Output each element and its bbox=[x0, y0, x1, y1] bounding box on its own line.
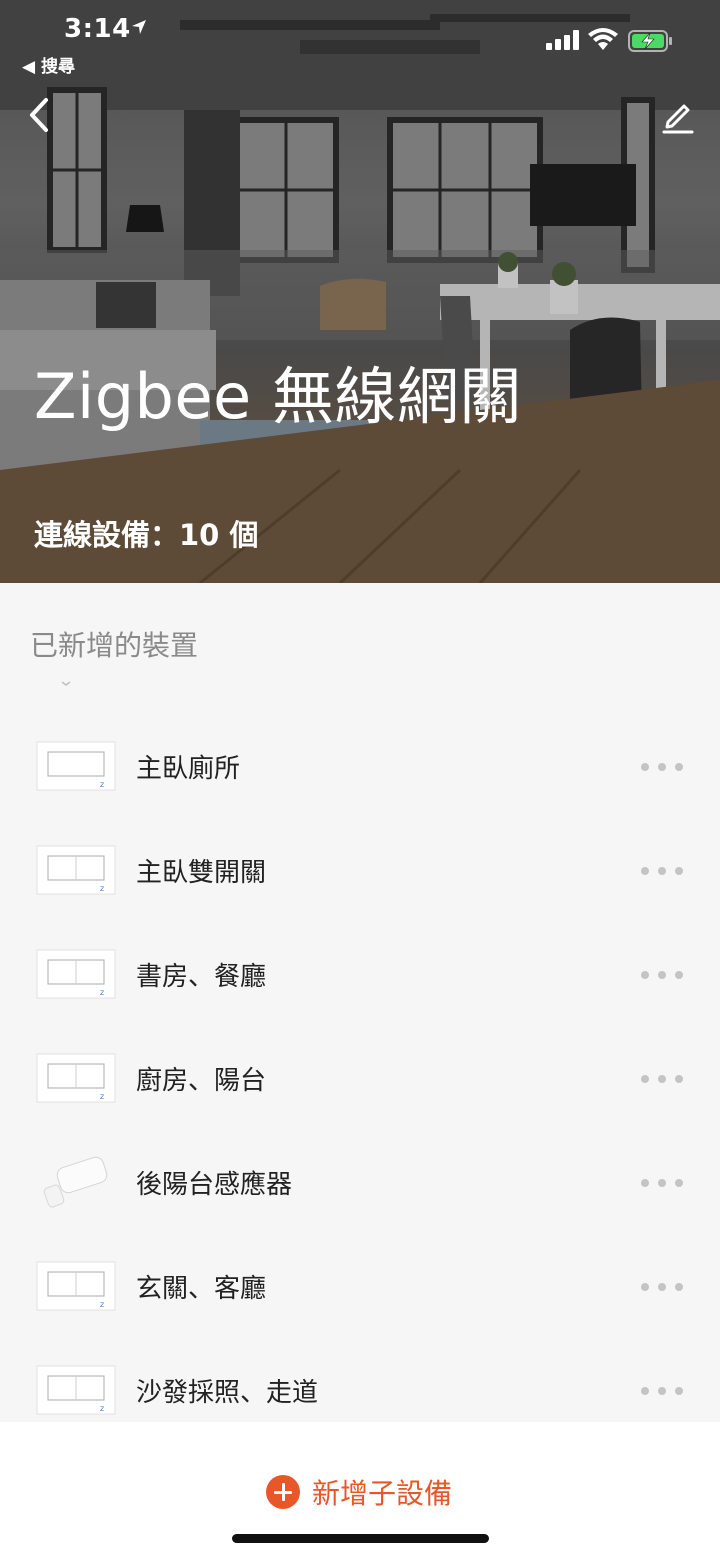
page-title: Zigbee 無線網關 bbox=[34, 360, 522, 433]
more-options-icon[interactable] bbox=[640, 970, 684, 980]
status-time: 3:14 bbox=[64, 14, 131, 44]
switch-panel-icon: Z bbox=[36, 1261, 116, 1311]
svg-text:Z: Z bbox=[100, 886, 104, 893]
device-name: 主臥廁所 bbox=[136, 754, 241, 784]
more-options-icon[interactable] bbox=[640, 1074, 684, 1084]
device-row[interactable]: Z 主臥廁所 bbox=[0, 714, 720, 818]
device-name: 後陽台感應器 bbox=[136, 1170, 293, 1200]
svg-text:Z: Z bbox=[100, 990, 104, 997]
more-options-icon[interactable] bbox=[640, 1178, 684, 1188]
wifi-icon bbox=[588, 28, 618, 50]
edit-pencil-icon[interactable] bbox=[656, 96, 696, 136]
device-row[interactable]: Z 書房、餐廳 bbox=[0, 922, 720, 1026]
svg-text:Z: Z bbox=[100, 1302, 104, 1309]
device-name: 主臥雙開關 bbox=[136, 858, 267, 888]
room-background-image bbox=[0, 0, 720, 583]
back-chevron-icon[interactable] bbox=[20, 92, 60, 138]
svg-text:Z: Z bbox=[100, 1406, 104, 1413]
device-name: 書房、餐廳 bbox=[136, 962, 267, 992]
device-row[interactable]: Z 主臥雙開關 bbox=[0, 818, 720, 922]
battery-charging-icon bbox=[628, 30, 672, 52]
section-title: 已新增的裝置 bbox=[30, 629, 199, 662]
switch-panel-icon: Z bbox=[36, 1053, 116, 1103]
svg-text:Z: Z bbox=[100, 782, 104, 789]
plus-circle-icon bbox=[266, 1475, 300, 1509]
device-row[interactable]: 後陽台感應器 bbox=[0, 1130, 720, 1234]
back-to-app-link[interactable]: ◀ 搜尋 bbox=[22, 52, 75, 77]
device-name: 玄關、客廳 bbox=[136, 1274, 267, 1304]
svg-text:Z: Z bbox=[100, 1094, 104, 1101]
more-options-icon[interactable] bbox=[640, 866, 684, 876]
more-options-icon[interactable] bbox=[640, 1386, 684, 1396]
hero-banner: 3:14 ◀ 搜尋 Zigbee 無線網關 連線設備：10 個 bbox=[0, 0, 720, 583]
door-sensor-icon bbox=[36, 1156, 116, 1208]
location-arrow-icon bbox=[132, 20, 146, 34]
add-sub-device-button[interactable]: 新增子設備 bbox=[266, 1472, 452, 1512]
device-name: 沙發採照、走道 bbox=[136, 1378, 319, 1408]
cellular-signal-icon bbox=[546, 30, 579, 50]
switch-panel-icon: Z bbox=[36, 1365, 116, 1415]
device-name: 廚房、陽台 bbox=[136, 1066, 267, 1096]
home-indicator[interactable] bbox=[232, 1534, 489, 1543]
switch-panel-icon: Z bbox=[36, 741, 116, 791]
switch-panel-icon: Z bbox=[36, 949, 116, 999]
more-options-icon[interactable] bbox=[640, 762, 684, 772]
device-row[interactable]: Z 廚房、陽台 bbox=[0, 1026, 720, 1130]
device-row[interactable]: Z 玄關、客廳 bbox=[0, 1234, 720, 1338]
switch-panel-icon: Z bbox=[36, 845, 116, 895]
status-bar: 3:14 ◀ 搜尋 bbox=[0, 0, 720, 80]
collapse-caret-icon[interactable] bbox=[60, 680, 72, 688]
connected-devices-count: 連線設備：10 個 bbox=[34, 518, 259, 552]
add-sub-device-label: 新增子設備 bbox=[312, 1477, 453, 1510]
more-options-icon[interactable] bbox=[640, 1282, 684, 1292]
